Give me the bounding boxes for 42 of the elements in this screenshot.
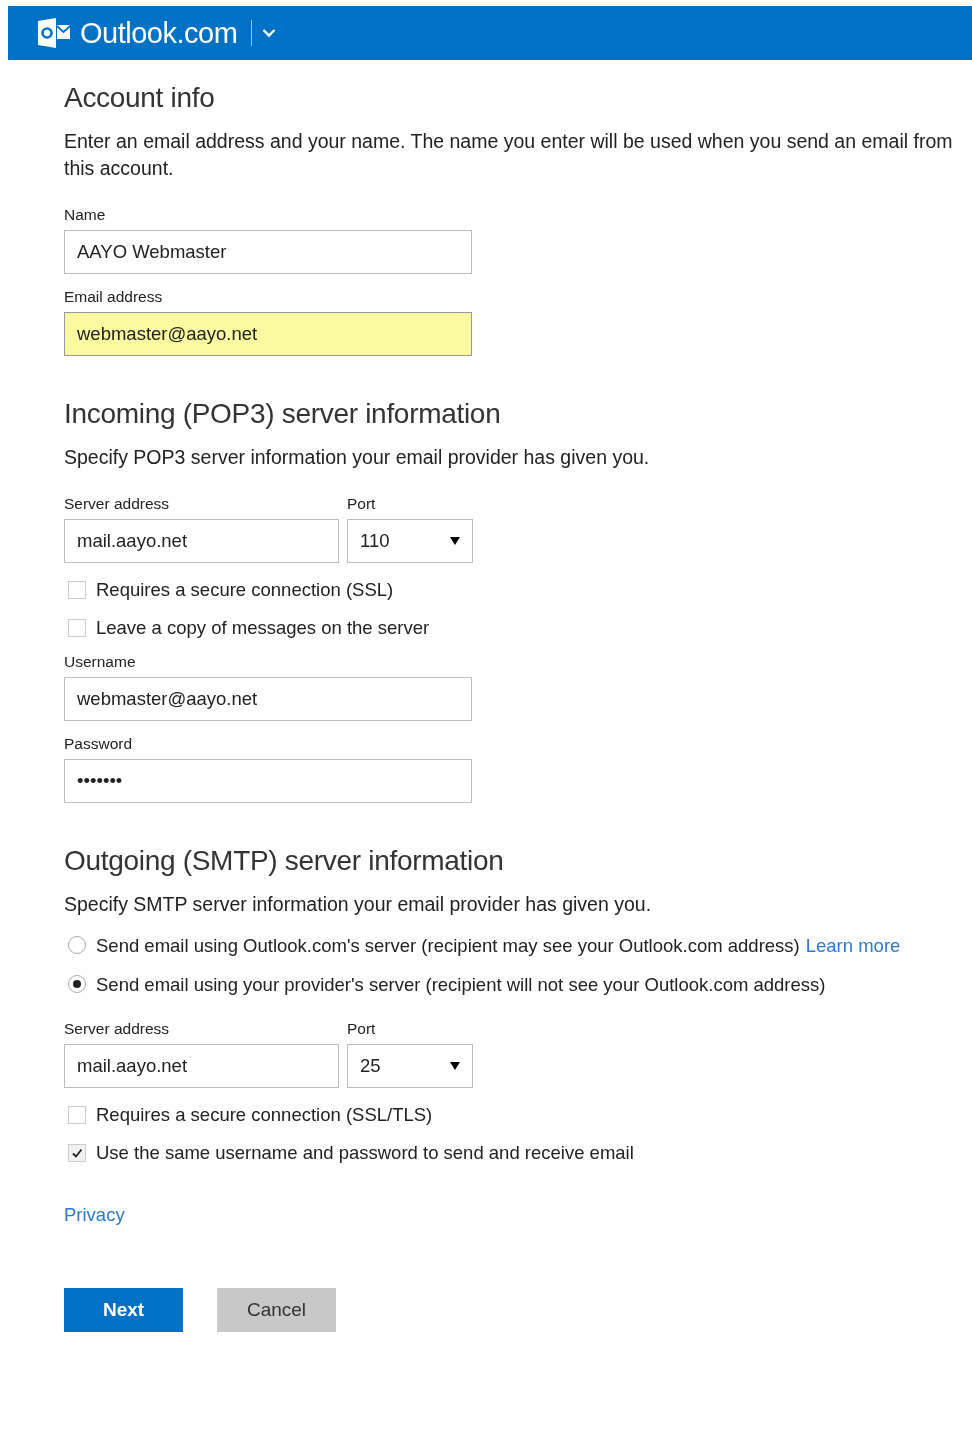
section-description: Enter an email address and your name. The name you enter will be used when you send an email from this account. (64, 129, 954, 181)
input-field[interactable]: AAYO Webmaster (64, 230, 472, 274)
field-label: Port (347, 495, 377, 513)
input-field[interactable]: mail.aayo.net (64, 519, 339, 563)
section-heading: Outgoing (SMTP) server information (64, 844, 505, 878)
radio-label: Send email using your provider's server (recipient will not see your Outlook.com address) (96, 974, 826, 995)
checkbox-label: Requires a secure connection (SSL/TLS) (96, 1104, 433, 1126)
checkbox-label: Use the same username and password to send and receive email (96, 1142, 634, 1164)
checkbox[interactable] (68, 1144, 86, 1162)
mail-logo-icon (36, 17, 72, 49)
field-label: Username (64, 653, 137, 671)
field-label: Server address (64, 495, 171, 513)
privacy-link[interactable]: Privacy (64, 1204, 125, 1226)
cancel-button[interactable]: Cancel (217, 1288, 336, 1332)
checkbox-label: Requires a secure connection (SSL) (96, 579, 394, 601)
checkbox[interactable] (68, 581, 86, 599)
next-button[interactable]: Next (64, 1288, 183, 1332)
dropdown-arrow-icon (450, 1062, 460, 1070)
chevron-down-icon[interactable] (262, 28, 277, 38)
radio-label: Send email using Outlook.com's server (recipient may see your Outlook.com address) (96, 935, 800, 956)
input-field[interactable]: webmaster@aayo.net (64, 312, 472, 356)
section-heading: Incoming (POP3) server information (64, 397, 502, 431)
input-field[interactable]: ••••••• (64, 759, 472, 803)
checkbox-label: Leave a copy of messages on the server (96, 617, 430, 639)
field-label: Name (64, 206, 107, 224)
checkbox[interactable] (68, 1106, 86, 1124)
port-dropdown[interactable]: 25 (347, 1044, 473, 1088)
input-field[interactable]: webmaster@aayo.net (64, 677, 472, 721)
section-description: Specify SMTP server information your email provider has given you. (64, 892, 653, 917)
dropdown-arrow-icon (450, 537, 460, 545)
field-label: Password (64, 735, 134, 753)
field-label: Port (347, 1020, 377, 1038)
field-label: Email address (64, 288, 164, 306)
field-label: Server address (64, 1020, 171, 1038)
app-title[interactable]: Outlook.com (80, 16, 238, 50)
port-dropdown[interactable]: 110 (347, 519, 473, 563)
input-field[interactable]: mail.aayo.net (64, 1044, 339, 1088)
section-description: Specify POP3 server information your email provider has given you. (64, 445, 651, 470)
checkmark-icon (71, 1147, 83, 1159)
checkbox[interactable] (68, 619, 86, 637)
section-heading: Account info (64, 81, 216, 115)
learn-more-link[interactable]: Learn more (805, 935, 901, 956)
